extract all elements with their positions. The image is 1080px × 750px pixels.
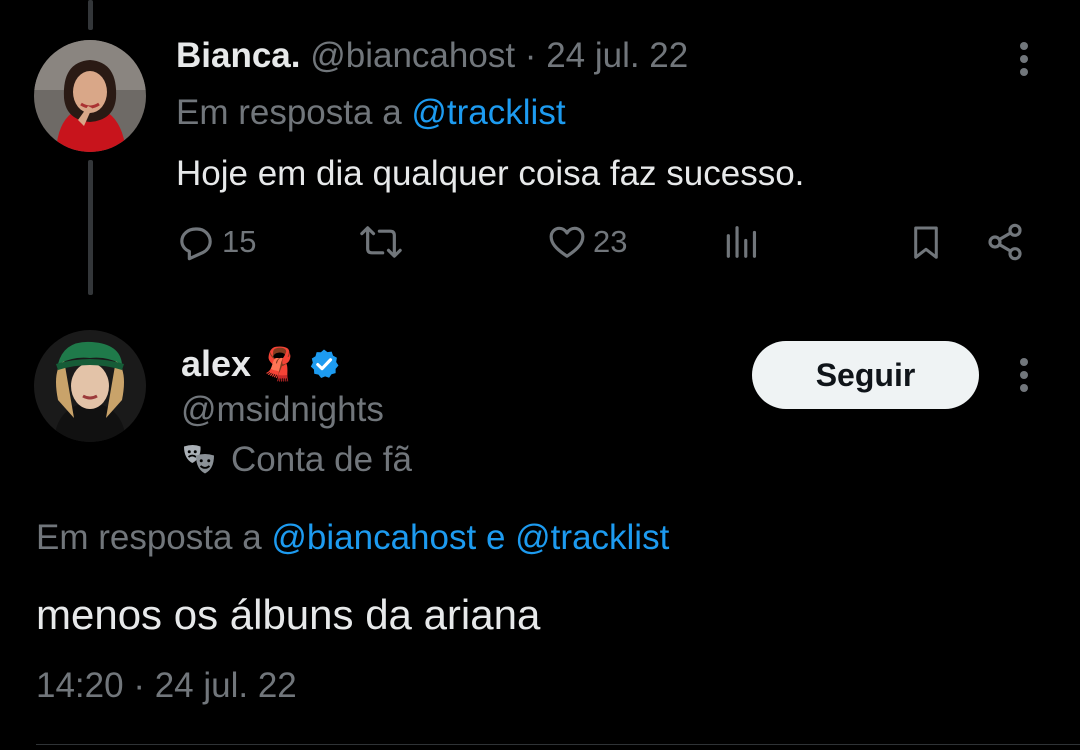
bookmark-button[interactable]	[907, 222, 945, 264]
tweet2-time[interactable]: 14:20	[36, 666, 124, 705]
tweet2-author: alex 🧣	[181, 343, 341, 385]
mention-link[interactable]: @biancahost	[271, 518, 476, 557]
scarf-emoji: 🧣	[259, 345, 299, 383]
share-button[interactable]	[985, 222, 1025, 262]
bookmark-icon	[914, 226, 938, 259]
tweet1-actions: 15 23	[0, 222, 1080, 272]
reply-count: 15	[222, 224, 257, 259]
account-label: Conta de fã	[181, 440, 412, 480]
tweet1-separator: ·	[524, 36, 537, 75]
tweet-thread: Bianca. @biancahost · 24 jul. 22 Em resp…	[0, 0, 1080, 750]
tweet1-reply-context: Em resposta a @tracklist	[176, 93, 566, 133]
heart-icon	[549, 226, 585, 258]
like-count: 23	[593, 224, 628, 259]
tweet2-meta: 14:20 · 24 jul. 22	[36, 666, 297, 706]
tweet1-date[interactable]: 24 jul. 22	[546, 36, 688, 75]
more-options-icon[interactable]	[1019, 358, 1029, 398]
more-options-icon[interactable]	[1019, 42, 1029, 82]
reply-conjunction: e	[485, 518, 506, 557]
tweet2-separator: ·	[133, 666, 145, 705]
mention-link[interactable]: @tracklist	[515, 518, 669, 557]
reply-button[interactable]: 15	[176, 222, 256, 262]
thread-line-top	[88, 0, 93, 30]
tweet2-author-handle[interactable]: @msidnights	[181, 390, 384, 430]
tweet2-author-name[interactable]: alex	[181, 343, 251, 385]
like-button[interactable]: 23	[547, 222, 627, 262]
tweet2-date[interactable]: 24 jul. 22	[155, 666, 297, 705]
views-icon	[726, 226, 757, 258]
share-icon	[988, 223, 1022, 261]
tweet1-text: Hoje em dia qualquer coisa faz sucesso.	[176, 154, 805, 193]
mention-link[interactable]: @tracklist	[411, 93, 565, 132]
verified-badge-icon[interactable]	[307, 347, 341, 381]
reply-prefix: Em resposta a	[176, 93, 402, 132]
tweet1-author-name[interactable]: Bianca.	[176, 36, 301, 75]
tweet1-author-handle[interactable]: @biancahost	[310, 36, 515, 75]
divider	[36, 744, 1080, 745]
retweet-button[interactable]	[358, 222, 404, 262]
avatar-alex[interactable]	[34, 330, 146, 442]
reply-icon	[180, 227, 212, 261]
reply-prefix: Em resposta a	[36, 518, 262, 557]
account-label-text: Conta de fã	[231, 440, 412, 479]
tweet1-header: Bianca. @biancahost · 24 jul. 22	[176, 36, 688, 76]
tweet2-text: menos os álbuns da ariana	[36, 591, 541, 638]
tweet2-reply-context: Em resposta a @biancahost e @tracklist	[36, 518, 669, 558]
retweet-icon	[360, 226, 402, 258]
views-button[interactable]	[722, 222, 760, 262]
follow-button[interactable]: Seguir	[752, 341, 979, 409]
theater-masks-icon	[184, 445, 214, 474]
avatar-bianca[interactable]	[34, 40, 146, 152]
